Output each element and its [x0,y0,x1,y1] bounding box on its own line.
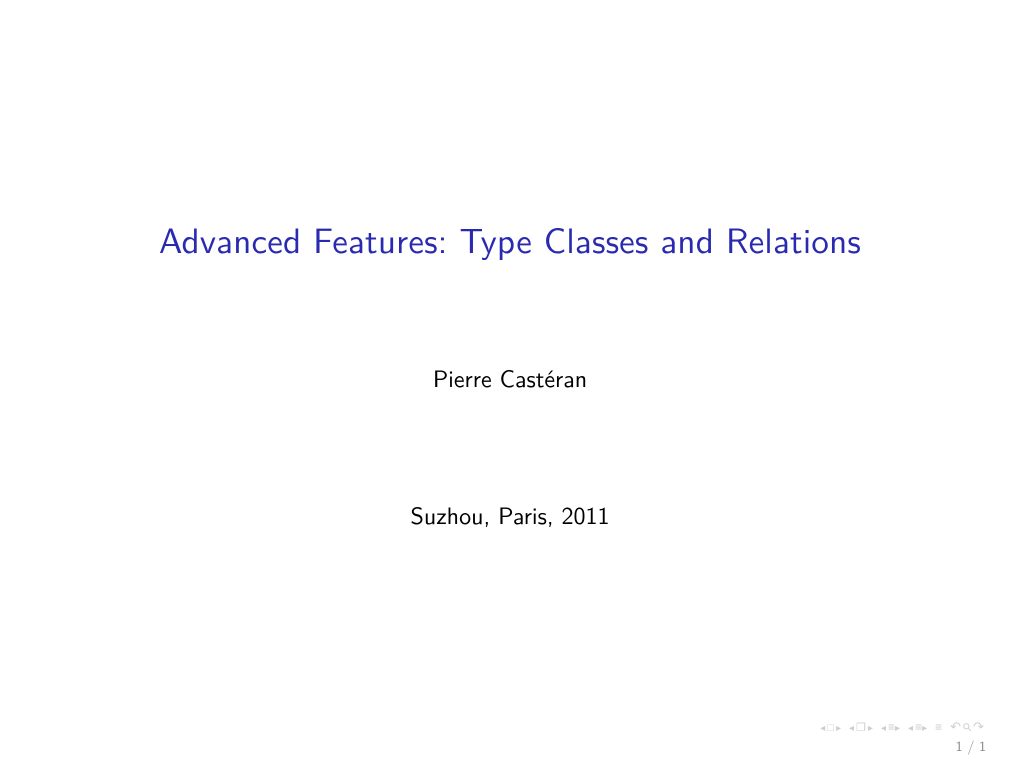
nav-section-next[interactable] [908,717,927,736]
lines-icon [915,717,920,736]
search-icon [963,717,971,736]
right-arrow-icon [868,717,873,736]
page-number: 1 / 1 [956,736,986,756]
right-arrow-icon [836,717,841,736]
toc-icon[interactable] [935,717,942,736]
lines-icon [888,717,893,736]
redo-icon [973,717,984,736]
nav-first-slide[interactable] [820,717,841,736]
beamer-nav-bar [820,717,984,736]
left-arrow-icon [820,717,825,736]
slide-title: Advanced Features: Type Classes and Rela… [159,213,861,264]
slide-author: Pierre Castéran [433,360,587,395]
slide-body: Advanced Features: Type Classes and Rela… [0,0,1020,764]
left-arrow-icon [849,717,854,736]
left-arrow-icon [881,717,886,736]
right-arrow-icon [895,717,900,736]
square-icon [827,717,834,736]
layers-icon [856,717,866,736]
nav-prev-slide[interactable] [849,717,873,736]
undo-icon [950,717,961,736]
slide-venue: Suzhou, Paris, 2011 [410,497,609,532]
right-arrow-icon [922,717,927,736]
nav-undo-redo[interactable] [950,717,984,736]
nav-section-prev[interactable] [881,717,900,736]
left-arrow-icon [908,717,913,736]
